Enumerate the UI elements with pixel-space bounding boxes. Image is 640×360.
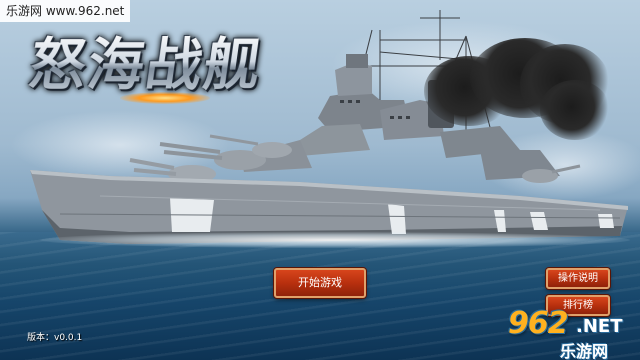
- version-label: 版本：v0.0.1: [27, 333, 83, 343]
- watermark-digits: 962: [508, 306, 569, 341]
- game-title: 怒海战舰: [25, 32, 267, 98]
- game-title-screen: 乐游网 www.962.net 怒海战舰 开始游戏 操作说明 排行榜 版本：v0…: [0, 0, 640, 360]
- watermark-top: 乐游网 www.962.net: [0, 0, 131, 22]
- watermark-logo-sub: 乐游网: [560, 342, 609, 360]
- 962-logo: 962 .NET 乐游网: [500, 306, 640, 360]
- instructions-button[interactable]: 操作说明: [546, 268, 610, 289]
- smoke-plume: [540, 80, 610, 140]
- watermark-logo-digits: 962: [508, 306, 569, 341]
- ship-wake: [40, 232, 630, 248]
- start-game-button[interactable]: 开始游戏: [274, 268, 366, 298]
- watermark-logo-suffix: .NET: [576, 316, 623, 337]
